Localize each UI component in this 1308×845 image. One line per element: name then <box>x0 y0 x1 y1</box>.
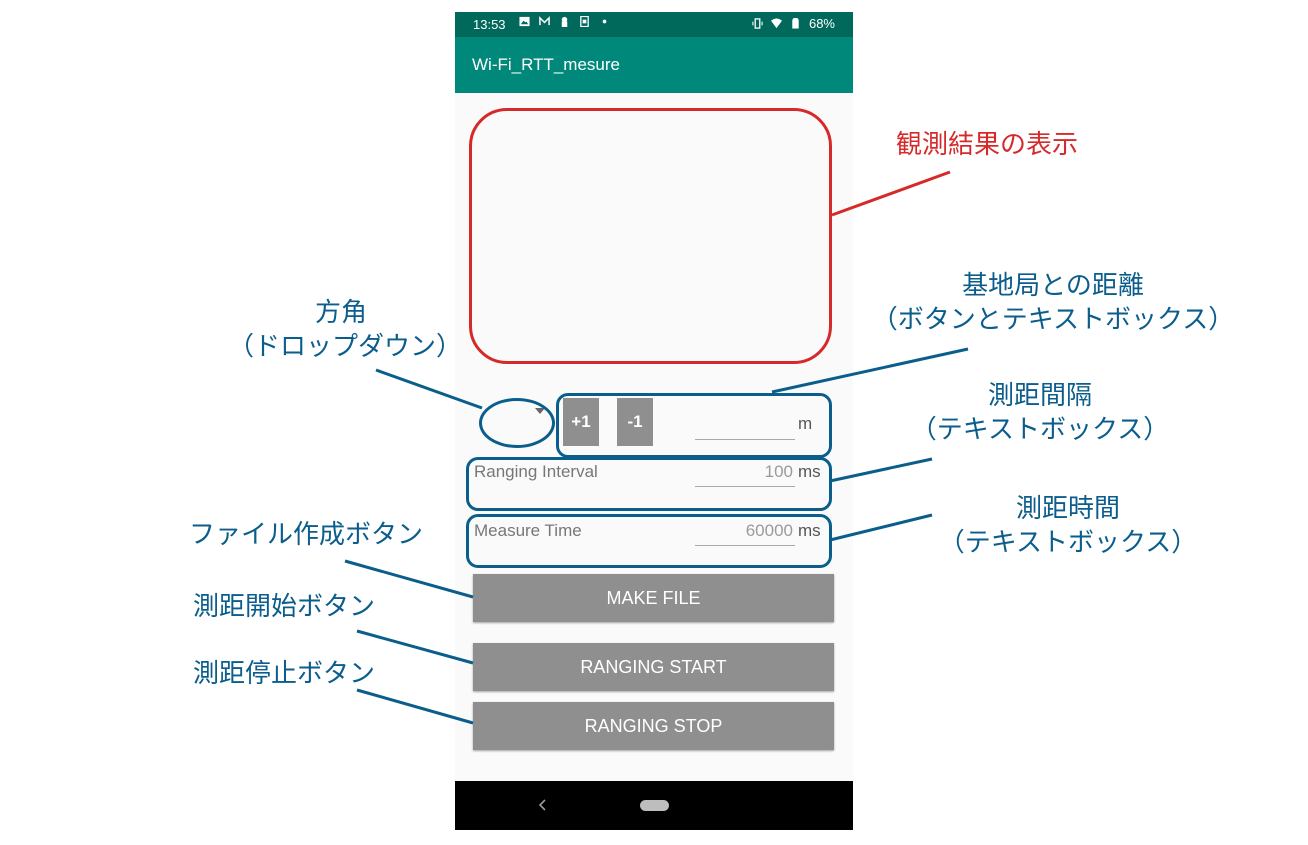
interval-connector <box>829 457 933 483</box>
result-connector <box>831 170 951 217</box>
stop-annotation: 測距停止ボタン <box>193 659 376 689</box>
distance-annotation-sub: （ボタンとテキストボックス） <box>871 305 1235 335</box>
time-annotation: 測距時間 （テキストボックス） <box>933 492 1203 560</box>
direction-annotation: 方角 （ドロップダウン） <box>228 296 463 364</box>
interval-annotation-sub: （テキストボックス） <box>910 415 1170 445</box>
distance-annotation: 基地局との距離 （ボタンとテキストボックス） <box>862 269 1244 337</box>
distance-annotation-title: 基地局との距離 <box>962 271 1144 301</box>
direction-annotation-sub: （ドロップダウン） <box>228 332 463 362</box>
interval-annotation: 測距間隔 （テキストボックス） <box>905 379 1175 447</box>
time-annotation-title: 測距時間 <box>1015 494 1120 524</box>
result-display-annotation: 観測結果の表示 <box>896 130 1079 160</box>
stop-connector <box>356 688 474 725</box>
time-connector <box>829 513 933 542</box>
make-file-annotation: ファイル作成ボタン <box>189 520 424 550</box>
direction-annotation-title: 方角 <box>314 298 367 328</box>
direction-connector <box>375 368 483 410</box>
start-annotation: 測距開始ボタン <box>193 592 376 622</box>
time-annotation-sub: （テキストボックス） <box>938 528 1198 558</box>
interval-annotation-title: 測距間隔 <box>987 381 1092 411</box>
